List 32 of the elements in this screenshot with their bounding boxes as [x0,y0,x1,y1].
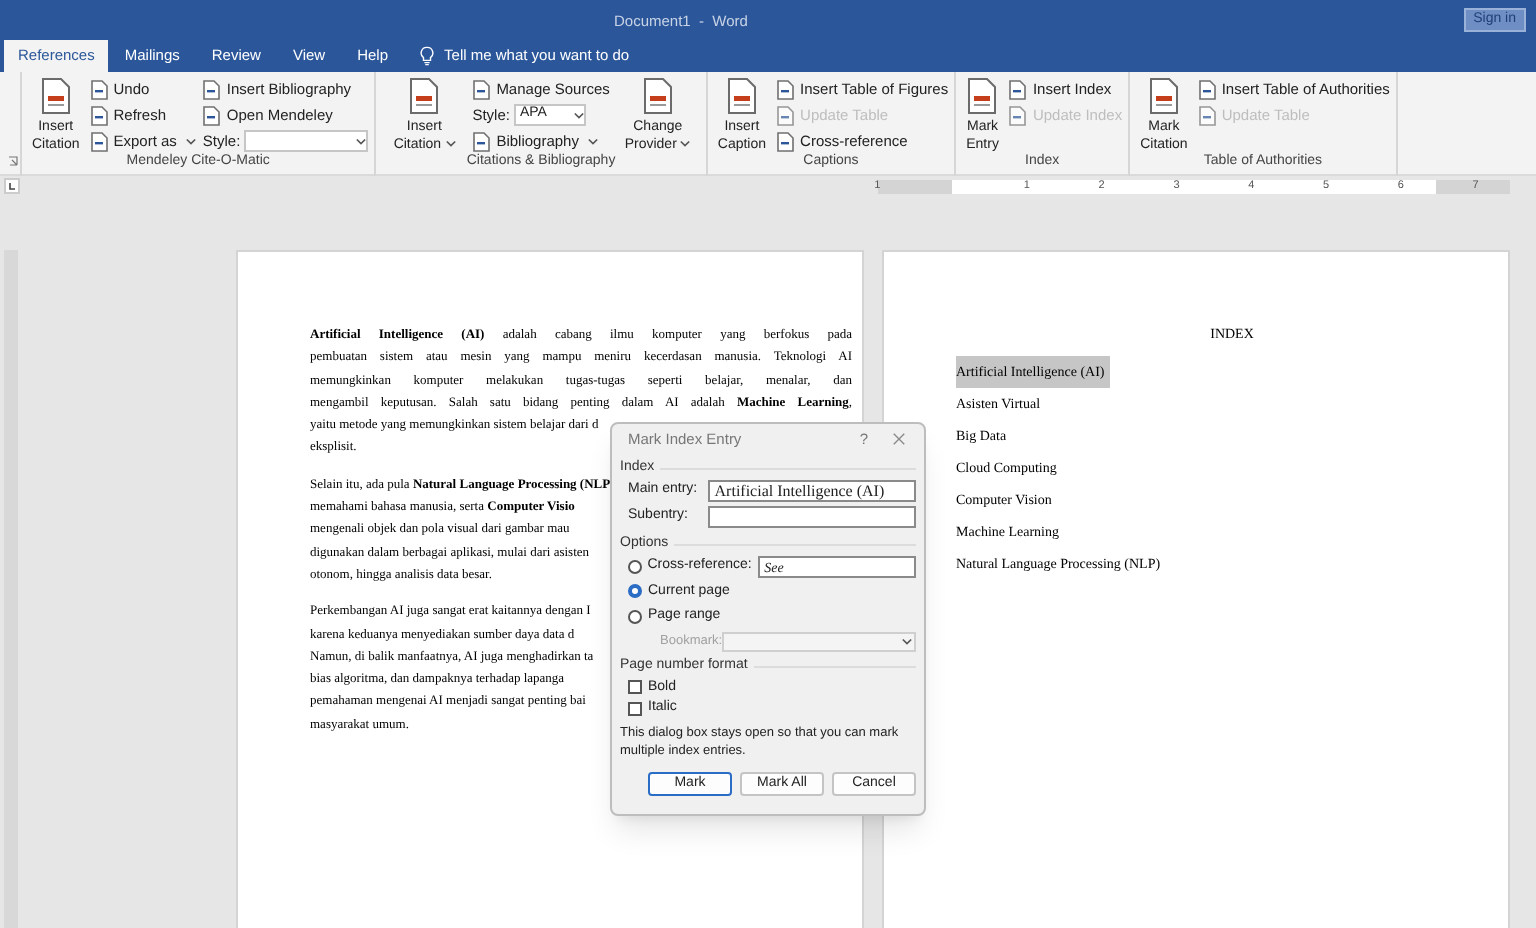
dialog-launcher-icon[interactable] [8,156,18,166]
subentry-field[interactable] [708,506,916,528]
document-icon [776,131,795,151]
main-entry-field[interactable]: Artificial Intelligence (AI) [708,480,916,502]
document-icon [1197,79,1216,99]
document-icon [1008,79,1027,99]
document-icon [89,105,108,125]
document-icon [472,131,491,151]
caret-icon [445,140,456,149]
document-icon [472,79,491,99]
checkbox[interactable] [628,701,642,716]
document-icon [1008,105,1027,125]
caret-icon [573,111,584,119]
caret-icon [356,137,367,145]
radio-button[interactable] [628,559,642,574]
tab-selector-icon[interactable] [4,178,20,194]
close-icon[interactable] [892,432,906,446]
caret-icon [588,137,599,145]
document-icon [1197,105,1216,125]
radio-button[interactable] [628,609,642,624]
document-icon [89,131,108,151]
document-icon [776,105,795,125]
radio-button[interactable] [628,584,642,599]
document-icon [202,79,221,99]
caret-icon [680,140,691,149]
document-icon [202,105,221,125]
lightbulb-icon [420,46,435,66]
document-icon [89,79,108,99]
checkbox[interactable] [628,680,642,695]
document-icon [776,79,795,99]
caret-icon [186,137,197,145]
caret-icon [902,637,912,645]
